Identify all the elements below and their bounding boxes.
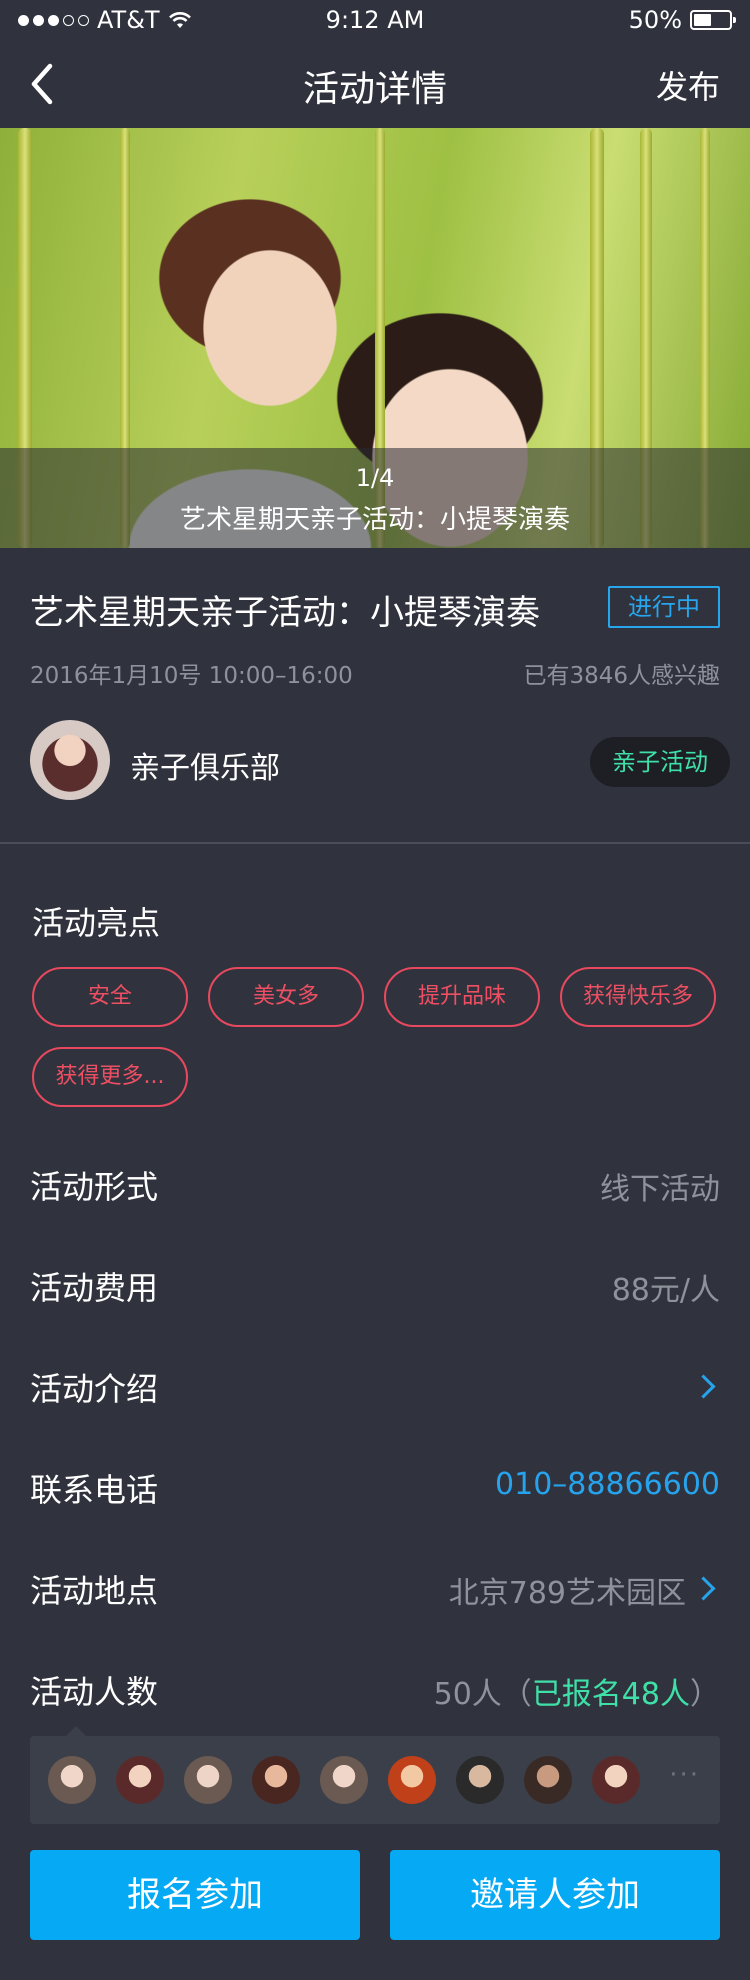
publish-button[interactable]: 发布 [656,62,720,108]
nav-bar: 活动详情 发布 [0,40,750,128]
form-value: 线下活动 [600,1172,720,1207]
registered-count: 已报名48人 [531,1677,690,1712]
count-label: 活动人数 [30,1673,159,1711]
participant-avatar[interactable] [184,1756,232,1804]
place-value[interactable]: 北京789艺术园区 [449,1568,686,1612]
participant-avatar[interactable] [456,1756,504,1804]
club-name[interactable]: 亲子俱乐部 [130,743,280,787]
highlight-tag[interactable]: 安全 [32,967,188,1027]
status-badge: 进行中 [608,586,720,628]
intro-row[interactable]: 活动介绍 [30,1364,158,1410]
divider [0,842,750,844]
phone-label: 联系电话 [30,1471,159,1509]
participant-avatar[interactable] [116,1756,164,1804]
chevron-right-icon[interactable] [691,1374,716,1399]
participant-avatar[interactable] [48,1756,96,1804]
fee-value: 88元/人 [611,1273,720,1308]
highlight-tag[interactable]: 美女多 [208,967,364,1027]
carousel-caption: 艺术星期天亲子活动：小提琴演奏 [179,505,570,535]
category-tag[interactable]: 亲子活动 [590,737,730,787]
participant-avatar[interactable] [592,1756,640,1804]
invite-button[interactable]: 邀请人参加 [390,1850,720,1940]
page-title: 活动详情 [302,69,447,110]
count-close: ） [690,1677,720,1712]
battery-info: 50% [628,6,736,34]
interest-count: 已有3846人感兴趣 [523,663,720,689]
avatar[interactable] [30,720,110,800]
participant-avatar[interactable] [252,1756,300,1804]
status-bar: AT&T 9:12 AM 50% [0,0,750,40]
join-button[interactable]: 报名参加 [30,1850,360,1940]
phone-number-link[interactable]: 010–88866600 [495,1467,720,1502]
photo-carousel[interactable]: 1/4 艺术星期天亲子活动：小提琴演奏 [0,128,750,548]
place-label: 活动地点 [30,1572,159,1610]
chevron-right-icon[interactable] [691,1576,716,1601]
highlight-tag[interactable]: 获得快乐多 [560,967,716,1027]
more-participants-button[interactable]: ··· [669,1760,700,1790]
carousel-counter: 1/4 [355,464,395,492]
fee-label: 活动费用 [30,1269,159,1307]
highlight-tag[interactable]: 提升品味 [384,967,540,1027]
highlights-title: 活动亮点 [32,904,161,942]
participant-avatar[interactable] [388,1756,436,1804]
participant-avatar[interactable] [320,1756,368,1804]
event-title: 艺术星期天亲子活动：小提琴演奏 [30,593,540,633]
participant-list: ··· [30,1726,720,1824]
form-label: 活动形式 [30,1168,159,1206]
participant-avatar[interactable] [524,1756,572,1804]
count-value: 50人（已报名48人） [434,1669,720,1713]
battery-icon [690,10,736,30]
count-total: 50人（ [433,1677,532,1712]
battery-percent: 50% [628,6,682,34]
highlight-tag[interactable]: 获得更多... [32,1047,188,1107]
event-date: 2016年1月10号 10:00–16:00 [30,663,353,689]
